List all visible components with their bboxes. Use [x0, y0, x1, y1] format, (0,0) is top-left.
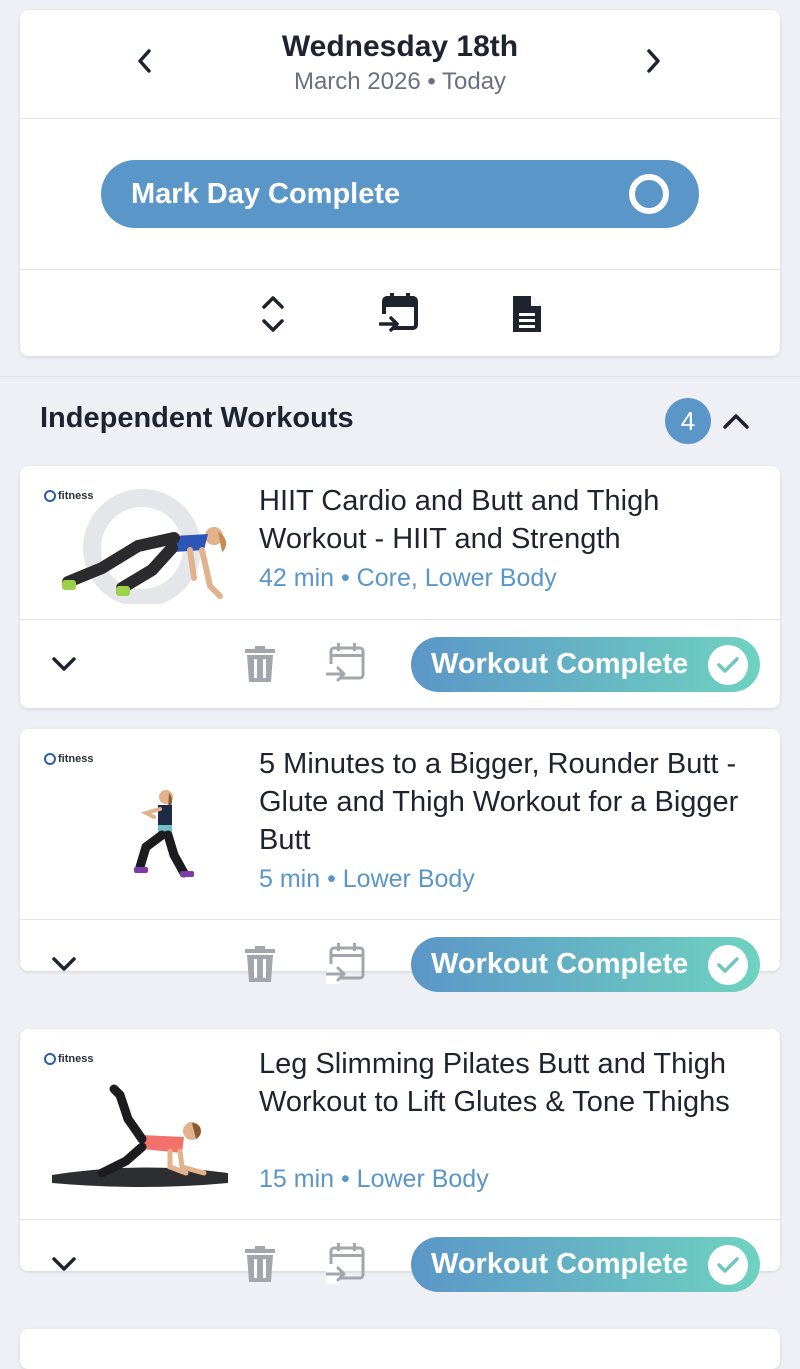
workout-actions: Workout Complete: [20, 920, 780, 1008]
day-card: Wednesday 18th March 2026 • Today Mark D…: [20, 10, 780, 356]
workout-card[interactable]: fitness 5 Minutes to a Bigger, Rounder B…: [20, 729, 780, 992]
workout-card[interactable]: fitness Leg Slimming Pilates Butt and Th…: [20, 1029, 780, 1292]
workout-card[interactable]: fitness HIIT Cardio and Butt and Thigh W…: [20, 466, 780, 708]
workout-title: Leg Slimming Pilates Butt and Thigh Work…: [259, 1048, 730, 1118]
brand-logo: fitness: [44, 753, 93, 765]
brand-logo-icon: [44, 490, 56, 502]
trash-icon: [245, 646, 275, 682]
brand-logo: fitness: [44, 490, 93, 502]
chevron-down-icon: [52, 1257, 76, 1271]
workout-complete-label: Workout Complete: [431, 1248, 689, 1280]
notes-document-icon: [513, 296, 541, 332]
brand-logo: fitness: [44, 1053, 93, 1065]
brand-logo-icon: [44, 753, 56, 765]
workout-title: HIIT Cardio and Butt and Thigh Workout -…: [259, 485, 660, 555]
workout-thumbnail: [42, 486, 238, 607]
mark-day-complete-label: Mark Day Complete: [131, 177, 401, 210]
circle-icon: [629, 174, 669, 214]
trash-icon: [245, 1246, 275, 1282]
workout-complete-label: Workout Complete: [431, 948, 689, 980]
delete-workout-button[interactable]: [242, 1244, 278, 1284]
move-to-calendar-icon: [379, 293, 418, 334]
move-to-calendar-icon: [326, 643, 365, 684]
move-workout-button[interactable]: [324, 642, 368, 686]
workout-thumbnail-image: [134, 790, 194, 878]
day-header: Wednesday 18th March 2026 • Today: [20, 10, 780, 119]
check-circle-icon: [708, 1244, 748, 1285]
workout-thumbnail: [42, 1049, 238, 1199]
move-to-date-button[interactable]: [377, 292, 421, 336]
workout-count-badge: 4: [665, 398, 711, 444]
workout-complete-button[interactable]: Workout Complete: [411, 637, 760, 692]
workout-info: fitness Leg Slimming Pilates Butt and Th…: [20, 1029, 780, 1220]
brand-logo-icon: [44, 1053, 56, 1065]
workout-thumbnail: [42, 749, 238, 899]
workout-complete-button[interactable]: Workout Complete: [411, 1237, 760, 1292]
workout-actions: Workout Complete: [20, 1220, 780, 1308]
next-day-button[interactable]: [638, 46, 668, 76]
workout-meta: 5 min • Lower Body: [259, 865, 475, 893]
move-workout-button[interactable]: [324, 1242, 368, 1286]
delete-workout-button[interactable]: [242, 944, 278, 984]
day-toolbar: [20, 270, 780, 356]
brand-logo-text: fitness: [58, 1053, 94, 1065]
check-circle-icon: [708, 944, 748, 985]
expand-workout-button[interactable]: [48, 1248, 80, 1280]
workout-info: fitness 5 Minutes to a Bigger, Rounder B…: [20, 729, 780, 920]
move-to-calendar-icon: [326, 1243, 365, 1284]
notes-button[interactable]: [505, 292, 549, 336]
section-divider: [0, 376, 800, 377]
expand-collapse-button[interactable]: [251, 292, 295, 336]
section-title: Independent Workouts: [40, 402, 354, 434]
workout-meta: 42 min • Core, Lower Body: [259, 564, 557, 592]
brand-logo-text: fitness: [58, 490, 94, 502]
expand-workout-button[interactable]: [48, 648, 80, 680]
collapse-section-button[interactable]: [720, 405, 752, 437]
mark-day-section: Mark Day Complete: [20, 119, 780, 270]
workout-thumbnail-image: [52, 1084, 228, 1187]
move-workout-button[interactable]: [324, 942, 368, 986]
expand-collapse-icon: [262, 296, 284, 332]
workout-thumbnail-image: [62, 489, 227, 607]
move-to-calendar-icon: [326, 943, 365, 984]
workout-actions: Workout Complete: [20, 620, 780, 708]
workout-info: fitness HIIT Cardio and Butt and Thigh W…: [20, 466, 780, 620]
delete-workout-button[interactable]: [242, 644, 278, 684]
mark-day-complete-button[interactable]: Mark Day Complete: [101, 160, 699, 228]
check-circle-icon: [708, 644, 748, 685]
chevron-down-icon: [52, 657, 76, 671]
workout-card-partial[interactable]: [20, 1329, 780, 1369]
brand-logo-text: fitness: [58, 753, 94, 765]
chevron-down-icon: [52, 957, 76, 971]
trash-icon: [245, 946, 275, 982]
workout-meta: 15 min • Lower Body: [259, 1165, 489, 1193]
chevron-up-icon: [723, 414, 749, 429]
expand-workout-button[interactable]: [48, 948, 80, 980]
chevron-right-icon: [647, 49, 660, 73]
workout-title: 5 Minutes to a Bigger, Rounder Butt - Gl…: [259, 748, 739, 856]
workout-complete-label: Workout Complete: [431, 648, 689, 680]
workout-complete-button[interactable]: Workout Complete: [411, 937, 760, 992]
